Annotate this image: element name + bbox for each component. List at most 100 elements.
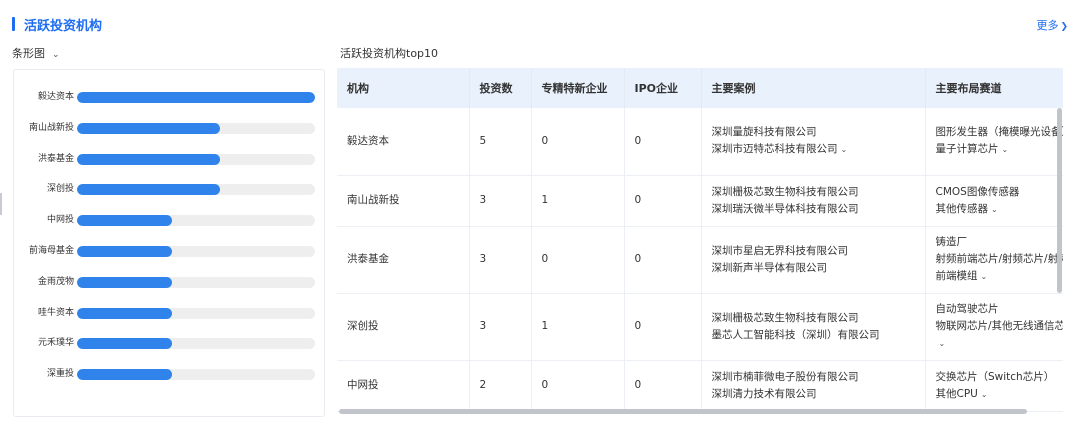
case-item[interactable]: 墨芯人工智能科技（深圳）有限公司 bbox=[712, 327, 925, 344]
case-item[interactable]: 深圳清力技术有限公司 bbox=[712, 386, 925, 403]
track-item: 图形发生器（掩模曝光设备） bbox=[935, 126, 1064, 139]
chevron-down-icon[interactable]: ⌄ bbox=[939, 339, 946, 348]
cell-org[interactable]: 洪泰基金 bbox=[337, 226, 470, 294]
section-title: 活跃投资机构 bbox=[24, 19, 103, 34]
track-item: 其他CPU bbox=[935, 387, 978, 400]
cell-investments: 3 bbox=[469, 226, 532, 294]
chart-type-select[interactable]: 条形图 ⌄ bbox=[12, 45, 60, 61]
column-header-cases: 主要案例 bbox=[701, 68, 926, 108]
table-row[interactable]: 毅达资本 5 0 0 深圳量旋科技有限公司 深圳市迈特芯科技有限公司 ⌄ 图形发生… bbox=[337, 108, 1064, 176]
bar-row[interactable]: 中网投 bbox=[14, 213, 324, 227]
bar-row[interactable]: 深重投 bbox=[14, 367, 324, 381]
case-item[interactable]: 深圳市星启无界科技有限公司 bbox=[712, 243, 925, 260]
track-item: 自动驾驶芯片 bbox=[935, 303, 999, 315]
track-item: 其他传感器 bbox=[935, 202, 989, 215]
cell-investments: 2 bbox=[469, 360, 532, 412]
table-row[interactable]: 南山战新投 3 1 0 深圳栅极芯致生物科技有限公司 深圳瑞沃微半导体科技有限公… bbox=[337, 175, 1064, 227]
table-row[interactable]: 中网投 2 0 0 深圳市楠菲微电子股份有限公司 深圳清力技术有限公司 交换芯片… bbox=[337, 360, 1064, 412]
bar[interactable] bbox=[77, 122, 220, 134]
bar-row[interactable]: 洪泰基金 bbox=[14, 152, 324, 166]
bar-track bbox=[77, 307, 315, 319]
case-item[interactable]: 深圳量旋科技有限公司 bbox=[712, 124, 925, 141]
cell-cases: 深圳市楠菲微电子股份有限公司 深圳清力技术有限公司 bbox=[701, 360, 926, 412]
institutions-table: 机构 投资数 专精特新企业 IPO企业 主要案例 主要布局赛道 毅达资本 5 0… bbox=[337, 68, 1063, 414]
bar-row[interactable]: 南山战新投 bbox=[14, 121, 324, 135]
cell-ipo: 0 bbox=[624, 293, 702, 361]
case-item[interactable]: 深圳新声半导体有限公司 bbox=[712, 260, 925, 277]
bar[interactable] bbox=[77, 92, 315, 103]
table-caption: 活跃投资机构top10 bbox=[340, 47, 439, 60]
column-header-org: 机构 bbox=[337, 68, 470, 108]
bar-row[interactable]: 金雨茂物 bbox=[14, 275, 324, 289]
track-item: 交换芯片（Switch芯片） bbox=[935, 370, 1055, 383]
case-item[interactable]: 深圳栅极芯致生物科技有限公司 bbox=[712, 184, 925, 201]
horizontal-scrollbar[interactable] bbox=[339, 409, 1027, 414]
section-header: 活跃投资机构 更多 ❯ bbox=[12, 14, 1068, 36]
cell-cases: 深圳栅极芯致生物科技有限公司 深圳瑞沃微半导体科技有限公司 bbox=[701, 175, 926, 227]
bar-label: 南山战新投 bbox=[28, 122, 74, 133]
column-header-specialized: 专精特新企业 bbox=[531, 68, 625, 108]
chevron-down-icon[interactable]: ⌄ bbox=[52, 50, 60, 60]
chevron-down-icon[interactable]: ⌄ bbox=[981, 272, 988, 281]
track-item: CMOS图像传感器 bbox=[935, 185, 1020, 198]
bar-row[interactable]: 深创投 bbox=[14, 182, 324, 196]
cell-specialized: 0 bbox=[531, 360, 625, 412]
bar-label: 元禾璞华 bbox=[37, 338, 74, 349]
cell-org[interactable]: 毅达资本 bbox=[337, 108, 470, 176]
cell-ipo: 0 bbox=[624, 360, 702, 412]
chevron-down-icon[interactable]: ⌄ bbox=[1002, 145, 1009, 154]
bar[interactable] bbox=[77, 246, 173, 257]
cell-specialized: 0 bbox=[531, 226, 625, 294]
cell-ipo: 0 bbox=[624, 175, 702, 227]
cell-org[interactable]: 深创投 bbox=[337, 293, 470, 361]
case-item[interactable]: 深圳市楠菲微电子股份有限公司 bbox=[712, 369, 925, 386]
bar-track bbox=[77, 184, 315, 196]
track-item-last: 其他CPU ⌄ bbox=[936, 386, 1064, 403]
column-header-investments: 投资数 bbox=[469, 68, 532, 108]
bar-row[interactable]: 元禾璞华 bbox=[14, 336, 324, 350]
table-row[interactable]: 洪泰基金 3 0 0 深圳市星启无界科技有限公司 深圳新声半导体有限公司 铸造厂… bbox=[337, 226, 1064, 294]
track-item: 射频前端芯片/射频芯片/射频前端模组 bbox=[935, 253, 1064, 282]
cell-investments: 3 bbox=[469, 293, 532, 361]
cell-investments: 3 bbox=[469, 175, 532, 227]
track-item: 量子计算芯片 bbox=[935, 143, 999, 156]
bar-label: 前海母基金 bbox=[28, 246, 74, 256]
more-link-label[interactable]: 更多 bbox=[1036, 19, 1058, 32]
bar-row[interactable]: 前海母基金 bbox=[14, 244, 324, 258]
cell-tracks: CMOS图像传感器 其他传感器 ⌄ bbox=[925, 175, 1064, 227]
bar-row[interactable]: 哇牛资本 bbox=[14, 306, 324, 320]
chart-type-label[interactable]: 条形图 bbox=[12, 47, 45, 60]
case-item[interactable]: 深圳栅极芯致生物科技有限公司 bbox=[712, 310, 925, 327]
vertical-scrollbar[interactable] bbox=[1057, 108, 1062, 293]
bar-label: 金雨茂物 bbox=[37, 276, 74, 287]
bar-track bbox=[77, 153, 315, 165]
table-header-row: 机构 投资数 专精特新企业 IPO企业 主要案例 主要布局赛道 bbox=[337, 68, 1063, 108]
chevron-down-icon[interactable]: ⌄ bbox=[981, 390, 988, 399]
track-item: 铸造厂 bbox=[935, 236, 968, 248]
cell-specialized: 0 bbox=[531, 108, 625, 176]
collapse-handle[interactable] bbox=[0, 193, 2, 215]
cell-org[interactable]: 南山战新投 bbox=[337, 175, 470, 227]
cell-specialized: 1 bbox=[531, 175, 625, 227]
cell-tracks: 自动驾驶芯片 物联网芯片/其他无线通信芯片 ⌄ bbox=[925, 293, 1064, 361]
case-item-last: 深圳市迈特芯科技有限公司 ⌄ bbox=[712, 141, 925, 158]
bar[interactable] bbox=[77, 153, 220, 165]
bar-row[interactable]: 毅达资本 bbox=[14, 90, 324, 104]
track-item-last: 物联网芯片/其他无线通信芯片 ⌄ bbox=[936, 318, 1064, 352]
bar[interactable] bbox=[77, 184, 220, 196]
table-row[interactable]: 深创投 3 1 0 深圳栅极芯致生物科技有限公司 墨芯人工智能科技（深圳）有限公… bbox=[337, 293, 1064, 361]
bar[interactable] bbox=[77, 307, 173, 319]
bar[interactable] bbox=[77, 338, 173, 350]
more-link[interactable]: 更多 ❯ bbox=[1036, 17, 1068, 33]
bar-label: 中网投 bbox=[46, 215, 74, 226]
case-item[interactable]: 深圳瑞沃微半导体科技有限公司 bbox=[712, 201, 925, 218]
chevron-down-icon[interactable]: ⌄ bbox=[991, 205, 998, 214]
track-item-last: 其他传感器 ⌄ bbox=[936, 201, 1064, 218]
bar[interactable] bbox=[77, 276, 173, 288]
chevron-down-icon[interactable]: ⌄ bbox=[841, 145, 848, 154]
case-item[interactable]: 深圳市迈特芯科技有限公司 bbox=[712, 143, 838, 155]
cell-org[interactable]: 中网投 bbox=[337, 360, 470, 412]
bar[interactable] bbox=[77, 369, 173, 381]
bar[interactable] bbox=[77, 215, 173, 227]
chevron-right-icon[interactable]: ❯ bbox=[1060, 22, 1068, 32]
